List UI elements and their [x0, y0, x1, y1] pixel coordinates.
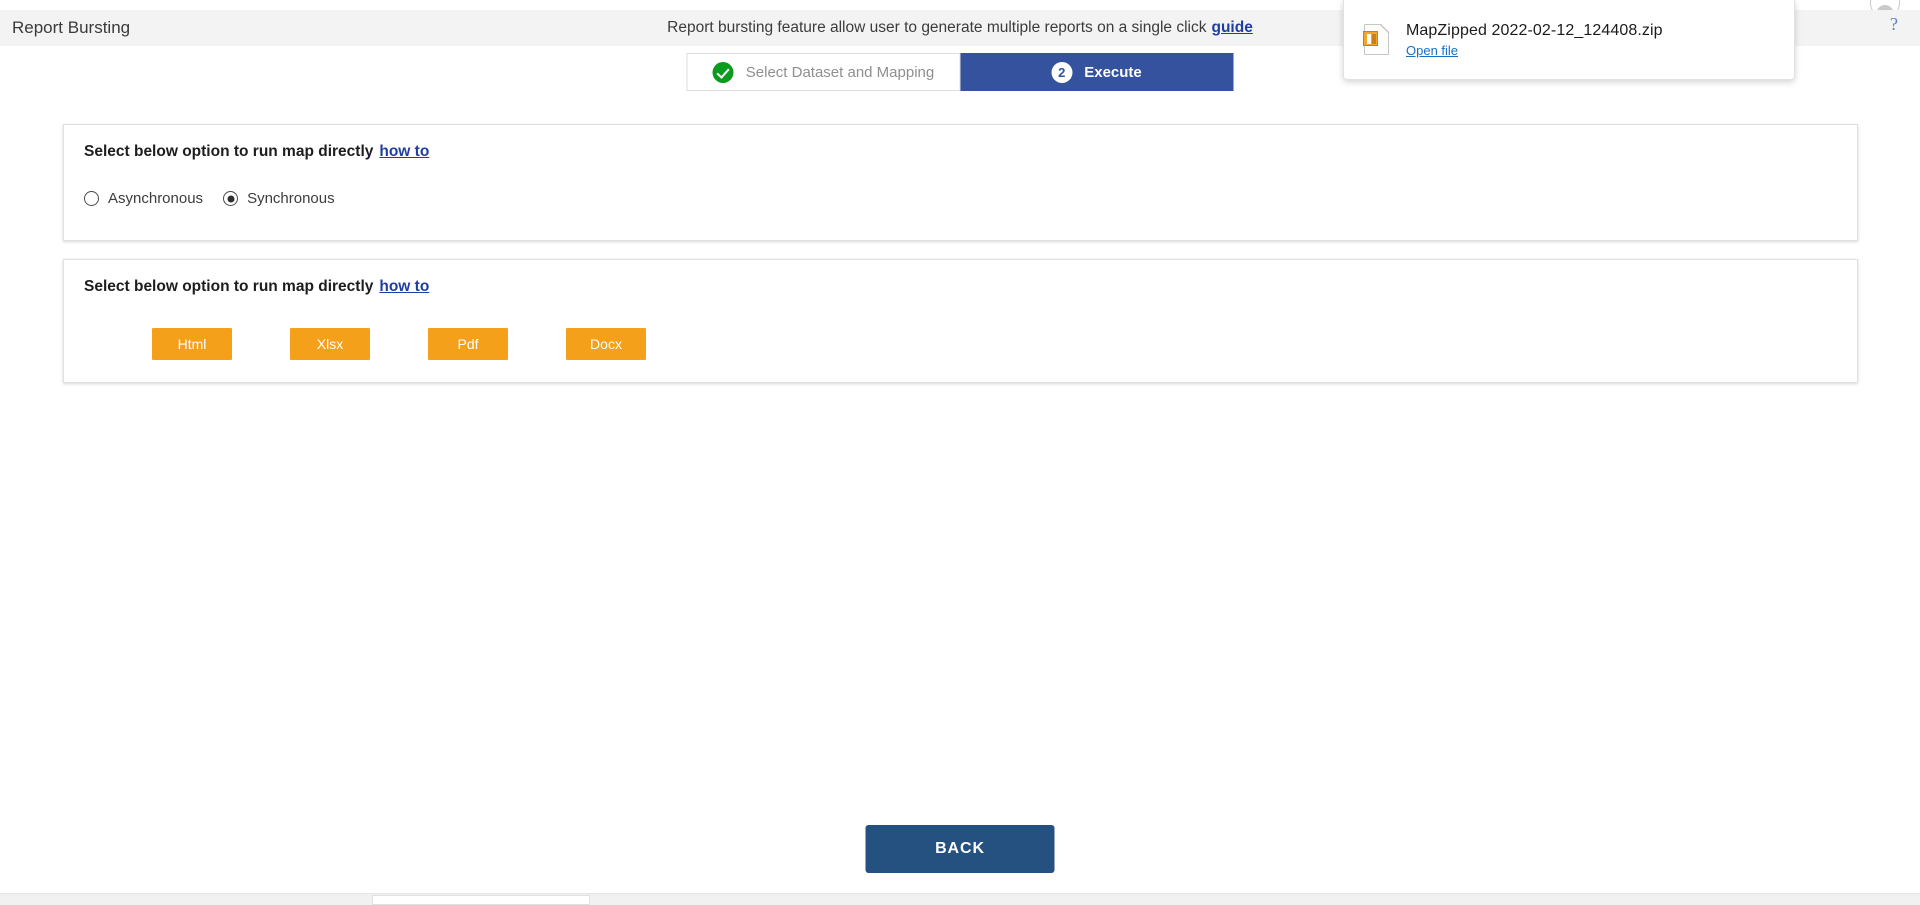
step-1-label: Select Dataset and Mapping: [745, 63, 935, 81]
back-button[interactable]: BACK: [865, 825, 1055, 873]
radio-option-synchronous[interactable]: Synchronous: [223, 190, 335, 207]
horizontal-scrollbar[interactable]: [0, 893, 1920, 905]
output-format-card: Select below option to run map directly h…: [63, 259, 1858, 383]
open-file-link[interactable]: Open file: [1406, 43, 1458, 58]
step-2-number-badge: 2: [1051, 61, 1073, 83]
docx-format-button[interactable]: Docx: [566, 328, 646, 360]
step-2-label: Execute: [1084, 63, 1142, 81]
how-to-link-output-format[interactable]: how to: [379, 278, 429, 295]
download-notification-popup: MapZipped 2022-02-12_124408.zip Open fil…: [1343, 0, 1795, 80]
html-format-button[interactable]: Html: [152, 328, 232, 360]
run-mode-card: Select below option to run map directly h…: [63, 124, 1858, 241]
download-file-name: MapZipped 2022-02-12_124408.zip: [1406, 21, 1663, 39]
run-mode-heading-text: Select below option to run map directly: [84, 143, 374, 160]
output-format-card-heading: Select below option to run map directly h…: [84, 278, 429, 296]
pdf-format-button[interactable]: Pdf: [428, 328, 508, 360]
question-mark-icon[interactable]: ?: [1884, 14, 1904, 34]
horizontal-scrollbar-thumb[interactable]: [372, 895, 590, 905]
zip-file-icon: [1362, 23, 1392, 57]
guide-link[interactable]: guide: [1212, 19, 1253, 36]
run-mode-card-heading: Select below option to run map directly h…: [84, 143, 429, 161]
app-page: Report Bursting Report bursting feature …: [0, 0, 1920, 905]
xlsx-format-button[interactable]: Xlsx: [290, 328, 370, 360]
radio-asynchronous-icon[interactable]: [84, 191, 99, 206]
run-mode-radio-group: Asynchronous Synchronous: [84, 190, 335, 207]
radio-option-asynchronous[interactable]: Asynchronous: [84, 190, 203, 207]
check-icon: [712, 61, 734, 83]
step-select-dataset-and-mapping[interactable]: Select Dataset and Mapping: [686, 53, 961, 91]
radio-synchronous-label: Synchronous: [247, 190, 335, 207]
wizard-stepper: Select Dataset and Mapping 2 Execute: [686, 53, 1234, 91]
radio-synchronous-icon[interactable]: [223, 191, 239, 206]
step-execute[interactable]: 2 Execute: [960, 53, 1234, 91]
output-format-button-group: Html Xlsx Pdf Docx: [152, 328, 646, 360]
output-format-heading-text: Select below option to run map directly: [84, 278, 374, 295]
header-tagline-text: Report bursting feature allow user to ge…: [667, 19, 1207, 36]
how-to-link-run-mode[interactable]: how to: [379, 143, 429, 160]
radio-asynchronous-label: Asynchronous: [108, 190, 204, 207]
